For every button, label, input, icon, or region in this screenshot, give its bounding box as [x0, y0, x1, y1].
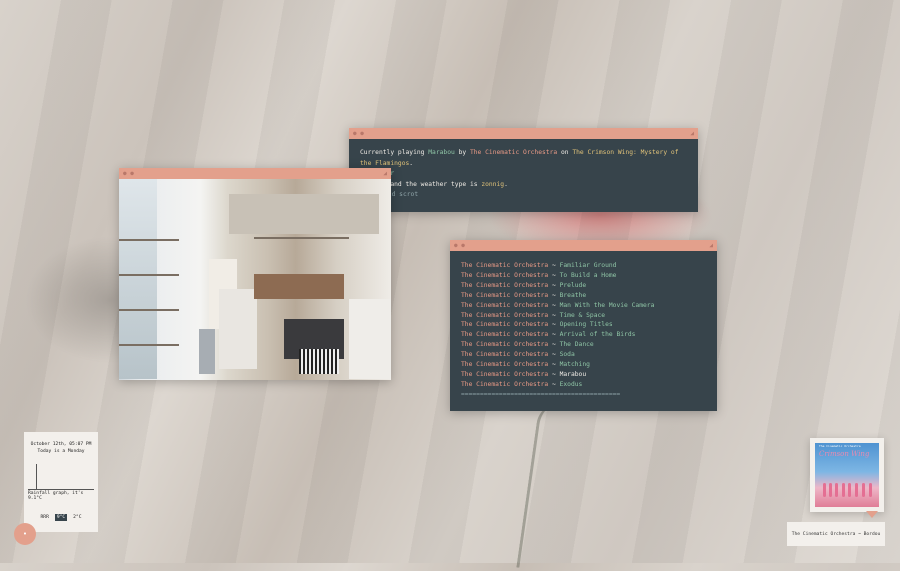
track-artist: The Cinematic Orchestra	[461, 380, 549, 388]
graph-x-axis	[28, 489, 94, 490]
np-artist: The Cinematic Orchestra	[469, 149, 558, 156]
track-separator: ~	[548, 281, 560, 289]
track-item[interactable]: The Cinematic Orchestra ~ Breathe	[461, 291, 706, 301]
track-title: Opening Titles	[559, 321, 613, 329]
np-prefix: Currently playing	[360, 149, 429, 156]
weather-end: .	[504, 180, 508, 188]
track-artist: The Cinematic Orchestra	[461, 311, 549, 319]
track-artist: The Cinematic Orchestra	[461, 262, 549, 269]
track-item[interactable]: The Cinematic Orchestra ~ Arrival of the…	[461, 330, 706, 340]
track-title: Soda	[559, 351, 575, 359]
titlebar[interactable]: ● ● ◢	[119, 168, 391, 179]
track-artist: The Cinematic Orchestra	[461, 301, 549, 309]
track-separator: ~	[548, 341, 560, 349]
track-item[interactable]: The Cinematic Orchestra ~ Time & Space	[461, 311, 706, 321]
album-cover-artist: The Cinematic Orchestra	[819, 444, 861, 448]
command-line-2: and scrot	[384, 191, 419, 198]
resize-icon[interactable]: ◢	[383, 170, 387, 177]
tracklist-terminal[interactable]: ● ● ◢ The Cinematic Orchestra ~ Familiar…	[450, 240, 717, 411]
track-artist: The Cinematic Orchestra	[461, 331, 549, 339]
nowplaying-line: Currently playing Marabou by The Cinemat…	[360, 148, 687, 169]
track-separator: ~	[548, 370, 560, 378]
np-period: .	[409, 159, 414, 167]
np-on: on	[557, 149, 573, 156]
track-item[interactable]: The Cinematic Orchestra ~ Man With the M…	[461, 301, 706, 311]
track-item[interactable]: The Cinematic Orchestra ~ To Build a Hom…	[461, 271, 706, 281]
track-item[interactable]: The Cinematic Orchestra ~ Matching	[461, 360, 706, 370]
album-cover: The Cinematic Orchestra Crimson Wing	[815, 443, 879, 507]
track-artist: The Cinematic Orchestra	[461, 271, 549, 279]
track-separator: ~	[548, 351, 560, 359]
track-artist: The Cinematic Orchestra	[461, 361, 549, 369]
album-art-card: The Cinematic Orchestra Crimson Wing	[810, 438, 884, 512]
track-item[interactable]: The Cinematic Orchestra ~ The Dance	[461, 340, 706, 350]
track-artist: The Cinematic Orchestra	[461, 291, 549, 299]
now-playing-label: The Cinematic Orchestra ~ Bordou	[787, 522, 885, 546]
resize-icon[interactable]: ◢	[690, 130, 694, 137]
weather-type: zonnig	[481, 180, 505, 188]
track-title: Marabou	[559, 370, 587, 378]
nowplaying-terminal[interactable]: ● ● ◢ Currently playing Marabou by The C…	[349, 128, 698, 212]
track-artist: The Cinematic Orchestra	[461, 341, 549, 349]
window-dots-icon[interactable]: ● ●	[454, 242, 465, 249]
np-by: by	[454, 149, 470, 156]
temperature-item[interactable]: RRR	[39, 514, 51, 521]
track-item[interactable]: The Cinematic Orchestra ~ Soda	[461, 350, 706, 360]
track-item[interactable]: The Cinematic Orchestra ~ Familiar Groun…	[461, 261, 706, 271]
pointer-triangle-icon	[866, 511, 878, 518]
album-cover-title: Crimson Wing	[819, 450, 870, 458]
track-separator: ~	[548, 311, 560, 319]
np-song: Marabou	[428, 149, 455, 156]
temperature-item[interactable]: 2°C	[71, 514, 83, 521]
track-title: Exodus	[559, 380, 583, 388]
weather-line: degrees and the weather type is zonnig.	[360, 180, 687, 191]
image-viewer-window[interactable]: ● ● ◢	[119, 168, 391, 380]
track-separator: ~	[548, 271, 560, 279]
temperature-list: RRR 9°C 2°C	[24, 514, 98, 521]
track-separator: ~	[548, 321, 560, 329]
resize-icon[interactable]: ◢	[709, 242, 713, 249]
track-item[interactable]: The Cinematic Orchestra ~ Exodus	[461, 380, 706, 390]
track-item[interactable]: The Cinematic Orchestra ~ Marabou	[461, 370, 706, 380]
track-artist: The Cinematic Orchestra	[461, 281, 549, 289]
titlebar[interactable]: ● ● ◢	[349, 128, 698, 139]
track-item[interactable]: The Cinematic Orchestra ~ Opening Titles	[461, 320, 706, 330]
day-line: Today is a Monday	[37, 449, 85, 454]
track-separator: ~	[548, 262, 560, 269]
temperature-item[interactable]: 9°C	[54, 514, 68, 521]
window-dots-icon[interactable]: ● ●	[123, 170, 134, 177]
track-divider: ========================================…	[461, 390, 621, 398]
workshop-photo	[119, 179, 391, 380]
track-separator: ~	[548, 291, 560, 299]
track-title: Prelude	[559, 281, 587, 289]
track-title: The Dance	[559, 341, 594, 349]
track-item[interactable]: The Cinematic Orchestra ~ Prelude	[461, 281, 706, 291]
date-line: October 12th, 05:07 PM	[30, 442, 92, 447]
launcher-button[interactable]: •	[14, 523, 36, 545]
track-separator: ~	[548, 301, 560, 309]
titlebar[interactable]: ● ● ◢	[450, 240, 717, 251]
track-title: Breathe	[559, 291, 587, 299]
track-separator: ~	[548, 361, 560, 369]
track-separator: ~	[548, 331, 560, 339]
calendar-widget: October 12th, 05:07 PM Today is a Monday…	[24, 432, 98, 532]
track-title: Man With the Movie Camera	[559, 301, 655, 309]
track-title: Arrival of the Birds	[559, 331, 636, 339]
dot-icon: •	[22, 530, 28, 538]
graph-y-axis	[36, 464, 37, 490]
window-dots-icon[interactable]: ● ●	[353, 130, 364, 137]
track-title: Time & Space	[559, 311, 606, 319]
track-artist: The Cinematic Orchestra	[461, 351, 549, 359]
track-artist: The Cinematic Orchestra	[461, 321, 549, 329]
command-line: ~ weather	[360, 169, 687, 180]
track-artist: The Cinematic Orchestra	[461, 370, 549, 378]
track-title: To Build a Home	[559, 271, 617, 279]
track-title: Matching	[559, 361, 590, 369]
graph-label: Rainfall graph, it's 9.1°C	[28, 491, 84, 501]
track-separator: ~	[548, 380, 560, 388]
track-list: The Cinematic Orchestra ~ Familiar Groun…	[450, 251, 717, 408]
track-title: Familiar Ground	[559, 262, 617, 269]
